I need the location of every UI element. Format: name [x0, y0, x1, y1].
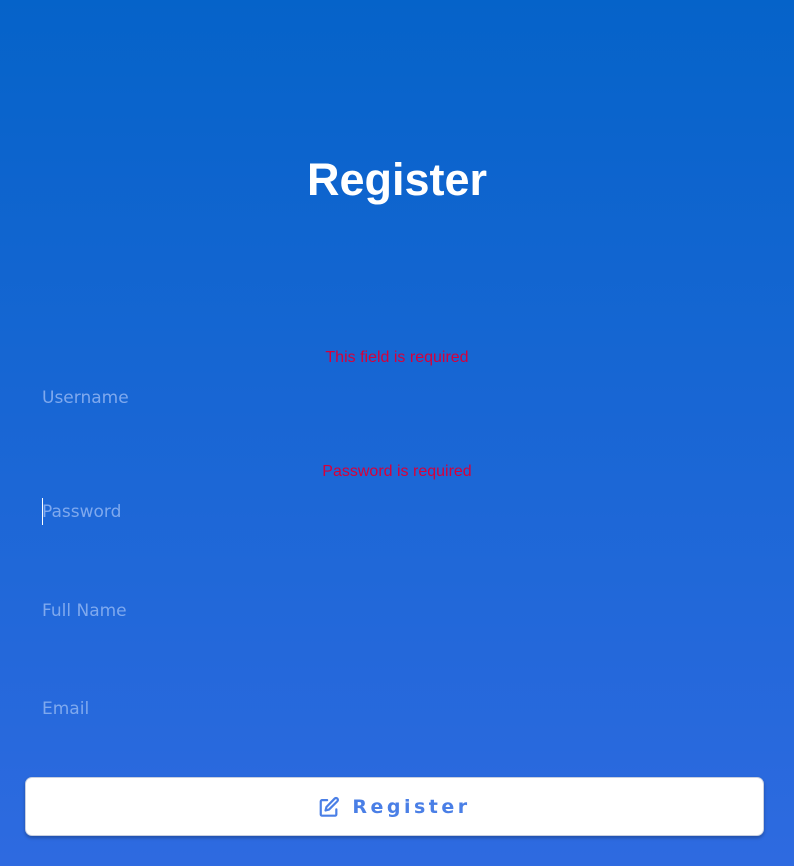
username-input[interactable] — [40, 381, 762, 415]
page-title: Register — [306, 154, 488, 205]
password-error: Password is required — [322, 463, 472, 480]
full-name-input[interactable] — [40, 594, 762, 628]
register-button[interactable]: Register — [25, 777, 764, 836]
password-input[interactable] — [40, 495, 762, 529]
text-cursor — [42, 498, 43, 525]
register-button-label: Register — [352, 795, 471, 818]
username-error: This field is required — [325, 349, 469, 366]
edit-icon — [318, 796, 340, 818]
email-input[interactable] — [40, 692, 762, 726]
